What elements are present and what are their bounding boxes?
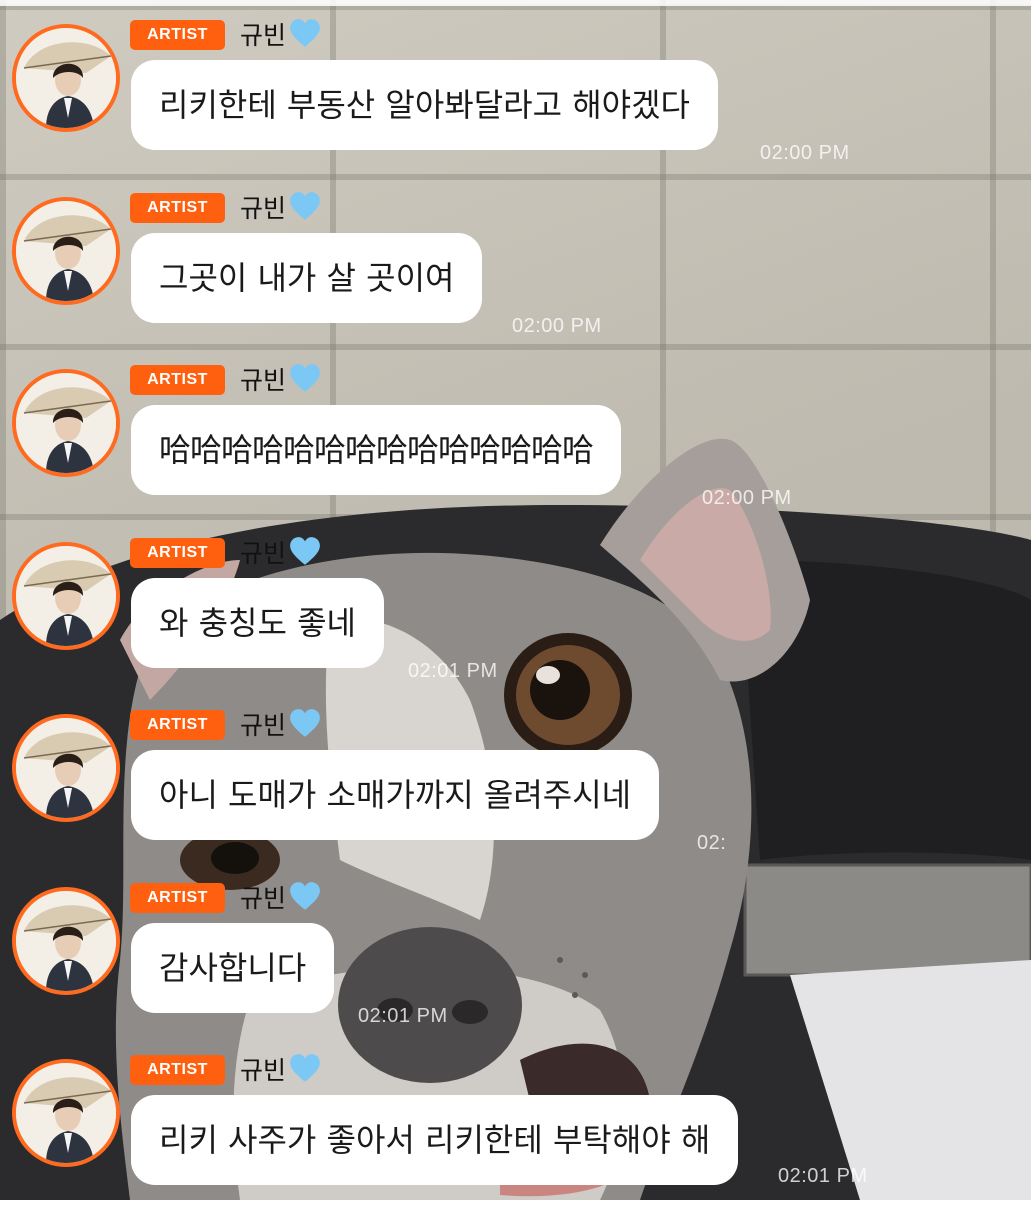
artist-badge: ARTIST — [130, 538, 225, 568]
message-bubble[interactable]: 리키한테 부동산 알아봐달라고 해야겠다 — [131, 60, 718, 150]
avatar[interactable] — [12, 197, 120, 305]
avatar[interactable] — [12, 542, 120, 650]
sender-name-text: 규빈 — [240, 539, 287, 568]
sender-name-text: 규빈 — [240, 194, 287, 223]
message-bubble[interactable]: 와 충칭도 좋네 — [131, 578, 384, 668]
light-blue-heart-icon — [288, 880, 322, 914]
sender-name-text: 규빈 — [240, 884, 287, 913]
chat-message: ARTIST 규빈 와 충칭도 좋네 02:01 PM — [0, 530, 1031, 700]
sender-name-text: 규빈 — [240, 1056, 287, 1085]
message-bubble[interactable]: 그곳이 내가 살 곳이여 — [131, 233, 483, 323]
artist-avatar-icon — [16, 1063, 116, 1163]
artist-badge: ARTIST — [130, 20, 225, 50]
artist-avatar-icon — [16, 201, 116, 301]
chat-message: ARTIST 규빈 리키한테 부동산 알아봐달라고 해야겠다 02:00 PM — [0, 12, 1031, 182]
avatar[interactable] — [12, 369, 120, 477]
artist-avatar-icon — [16, 373, 116, 473]
message-bubble[interactable]: 아니 도매가 소매가까지 올려주시네 — [131, 750, 660, 840]
top-edge — [0, 0, 1031, 6]
message-bubble[interactable]: 리키 사주가 좋아서 리키한테 부탁해야 해 — [131, 1095, 739, 1185]
sender-name[interactable]: 규빈 — [240, 1052, 322, 1086]
light-blue-heart-icon — [288, 362, 322, 396]
artist-avatar-icon — [16, 718, 116, 818]
message-timestamp: 02:00 PM — [702, 487, 792, 509]
message-timestamp: 02:01 PM — [408, 660, 498, 682]
avatar[interactable] — [12, 1059, 120, 1167]
chat-message: ARTIST 규빈 哈哈哈哈哈哈哈哈哈哈哈哈哈哈 02:00 PM — [0, 357, 1031, 527]
sender-name[interactable]: 규빈 — [240, 535, 322, 569]
artist-badge: ARTIST — [130, 1055, 225, 1085]
message-timestamp: 02:00 PM — [760, 142, 850, 164]
sender-name-text: 규빈 — [240, 366, 287, 395]
message-bubble[interactable]: 감사합니다 — [131, 923, 335, 1013]
avatar[interactable] — [12, 714, 120, 822]
artist-avatar-icon — [16, 546, 116, 646]
sender-name-text: 규빈 — [240, 21, 287, 50]
avatar[interactable] — [12, 887, 120, 995]
light-blue-heart-icon — [288, 17, 322, 51]
light-blue-heart-icon — [288, 190, 322, 224]
artist-badge: ARTIST — [130, 193, 225, 223]
sender-name[interactable]: 규빈 — [240, 190, 322, 224]
light-blue-heart-icon — [288, 1052, 322, 1086]
artist-badge: ARTIST — [130, 365, 225, 395]
message-bubble[interactable]: 哈哈哈哈哈哈哈哈哈哈哈哈哈哈 — [131, 405, 622, 495]
artist-badge: ARTIST — [130, 710, 225, 740]
avatar[interactable] — [12, 24, 120, 132]
chat-message: ARTIST 규빈 아니 도매가 소매가까지 올려주시네 02: — [0, 702, 1031, 872]
artist-avatar-icon — [16, 28, 116, 128]
message-timestamp: 02:01 PM — [358, 1005, 448, 1027]
artist-avatar-icon — [16, 891, 116, 991]
message-timestamp: 02:00 PM — [512, 315, 602, 337]
light-blue-heart-icon — [288, 707, 322, 741]
sender-name[interactable]: 규빈 — [240, 17, 322, 51]
message-timestamp: 02: — [697, 832, 727, 854]
sender-name-text: 규빈 — [240, 711, 287, 740]
chat-message: ARTIST 규빈 그곳이 내가 살 곳이여 02:00 PM — [0, 185, 1031, 355]
sender-name[interactable]: 규빈 — [240, 707, 322, 741]
light-blue-heart-icon — [288, 535, 322, 569]
sender-name[interactable]: 규빈 — [240, 880, 322, 914]
message-timestamp: 02:01 PM — [778, 1165, 868, 1187]
artist-badge: ARTIST — [130, 883, 225, 913]
chat-message: ARTIST 규빈 리키 사주가 좋아서 리키한테 부탁해야 해 02:01 P… — [0, 1047, 1031, 1217]
sender-name[interactable]: 규빈 — [240, 362, 322, 396]
chat-message: ARTIST 규빈 감사합니다 02:01 PM — [0, 875, 1031, 1045]
